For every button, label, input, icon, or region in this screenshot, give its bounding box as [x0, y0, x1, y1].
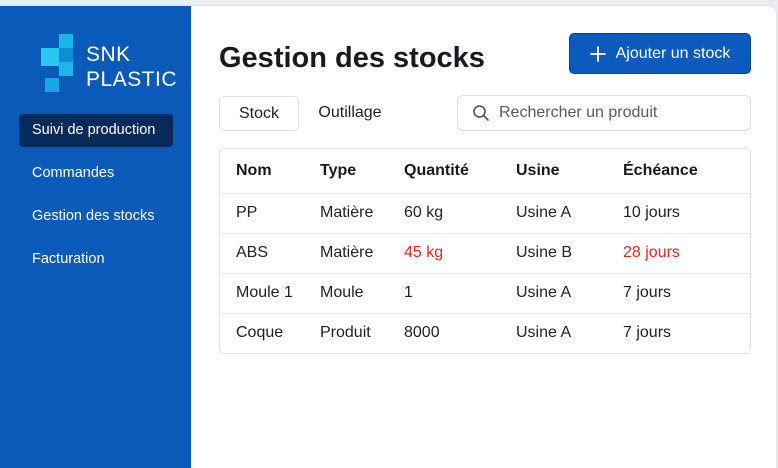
search-input[interactable]	[499, 104, 750, 122]
add-stock-label: Ajouter un stock	[615, 44, 731, 62]
column-header-quantite[interactable]: Quantité	[404, 149, 516, 193]
cell-usine: Usine A	[516, 312, 623, 353]
cell-type: Matière	[320, 232, 404, 273]
cell-type: Produit	[320, 312, 404, 353]
cell-quantite: 8000	[404, 312, 516, 353]
table-header-row: Nom Type Quantité Usine Échéance	[220, 149, 750, 193]
cell-nom: ABS	[220, 232, 320, 273]
cell-type: Matière	[320, 192, 404, 233]
table-row[interactable]: ABS Matière 45 kg Usine B 28 jours	[220, 232, 750, 273]
main-content: Gestion des stocks Ajouter un stock Stoc…	[191, 6, 776, 468]
table-row[interactable]: Moule 1 Moule 1 Usine A 7 jours	[220, 272, 750, 313]
plus-icon	[589, 45, 606, 62]
column-header-usine[interactable]: Usine	[516, 149, 623, 193]
cell-echeance: 7 jours	[623, 312, 750, 353]
search-icon	[472, 104, 490, 122]
app-window: SNK PLASTIC Suivi de production Commande…	[0, 6, 776, 468]
sidebar-item-suivi-production[interactable]: Suivi de production	[19, 114, 173, 147]
brand-line-1: SNK	[86, 43, 131, 66]
cell-nom: Moule 1	[220, 272, 320, 313]
logo-mark-icon	[41, 34, 73, 92]
cell-echeance-alert: 28 jours	[623, 232, 750, 273]
add-stock-button[interactable]: Ajouter un stock	[569, 33, 751, 74]
cell-nom: Coque	[220, 312, 320, 353]
cell-quantite-alert: 45 kg	[404, 232, 516, 273]
cell-echeance: 7 jours	[623, 272, 750, 313]
column-header-type[interactable]: Type	[320, 149, 404, 193]
tab-outillage[interactable]: Outillage	[311, 96, 389, 131]
cell-quantite: 60 kg	[404, 192, 516, 233]
cell-quantite: 1	[404, 272, 516, 313]
cell-usine: Usine B	[516, 232, 623, 273]
stock-table: Nom Type Quantité Usine Échéance PP Mati…	[219, 148, 751, 354]
cell-type: Moule	[320, 272, 404, 313]
column-header-echeance[interactable]: Échéance	[623, 149, 750, 193]
column-header-nom[interactable]: Nom	[220, 149, 320, 193]
cell-echeance: 10 jours	[623, 192, 750, 233]
search-box	[457, 95, 751, 131]
sidebar-nav: Suivi de production Commandes Gestion de…	[19, 114, 179, 286]
table-row[interactable]: Coque Produit 8000 Usine A 7 jours	[220, 312, 750, 353]
table-row[interactable]: PP Matière 60 kg Usine A 10 jours	[220, 192, 750, 233]
cell-nom: PP	[220, 192, 320, 233]
tab-stock[interactable]: Stock	[219, 96, 299, 131]
page-title: Gestion des stocks	[219, 42, 485, 74]
brand-logo: SNK PLASTIC	[41, 34, 181, 98]
cell-usine: Usine A	[516, 192, 623, 233]
sidebar: SNK PLASTIC Suivi de production Commande…	[0, 6, 191, 468]
brand-line-2: PLASTIC	[86, 68, 178, 91]
sidebar-item-facturation[interactable]: Facturation	[19, 243, 179, 276]
sidebar-item-gestion-stocks[interactable]: Gestion des stocks	[19, 200, 179, 233]
cell-usine: Usine A	[516, 272, 623, 313]
sidebar-item-commandes[interactable]: Commandes	[19, 157, 179, 190]
